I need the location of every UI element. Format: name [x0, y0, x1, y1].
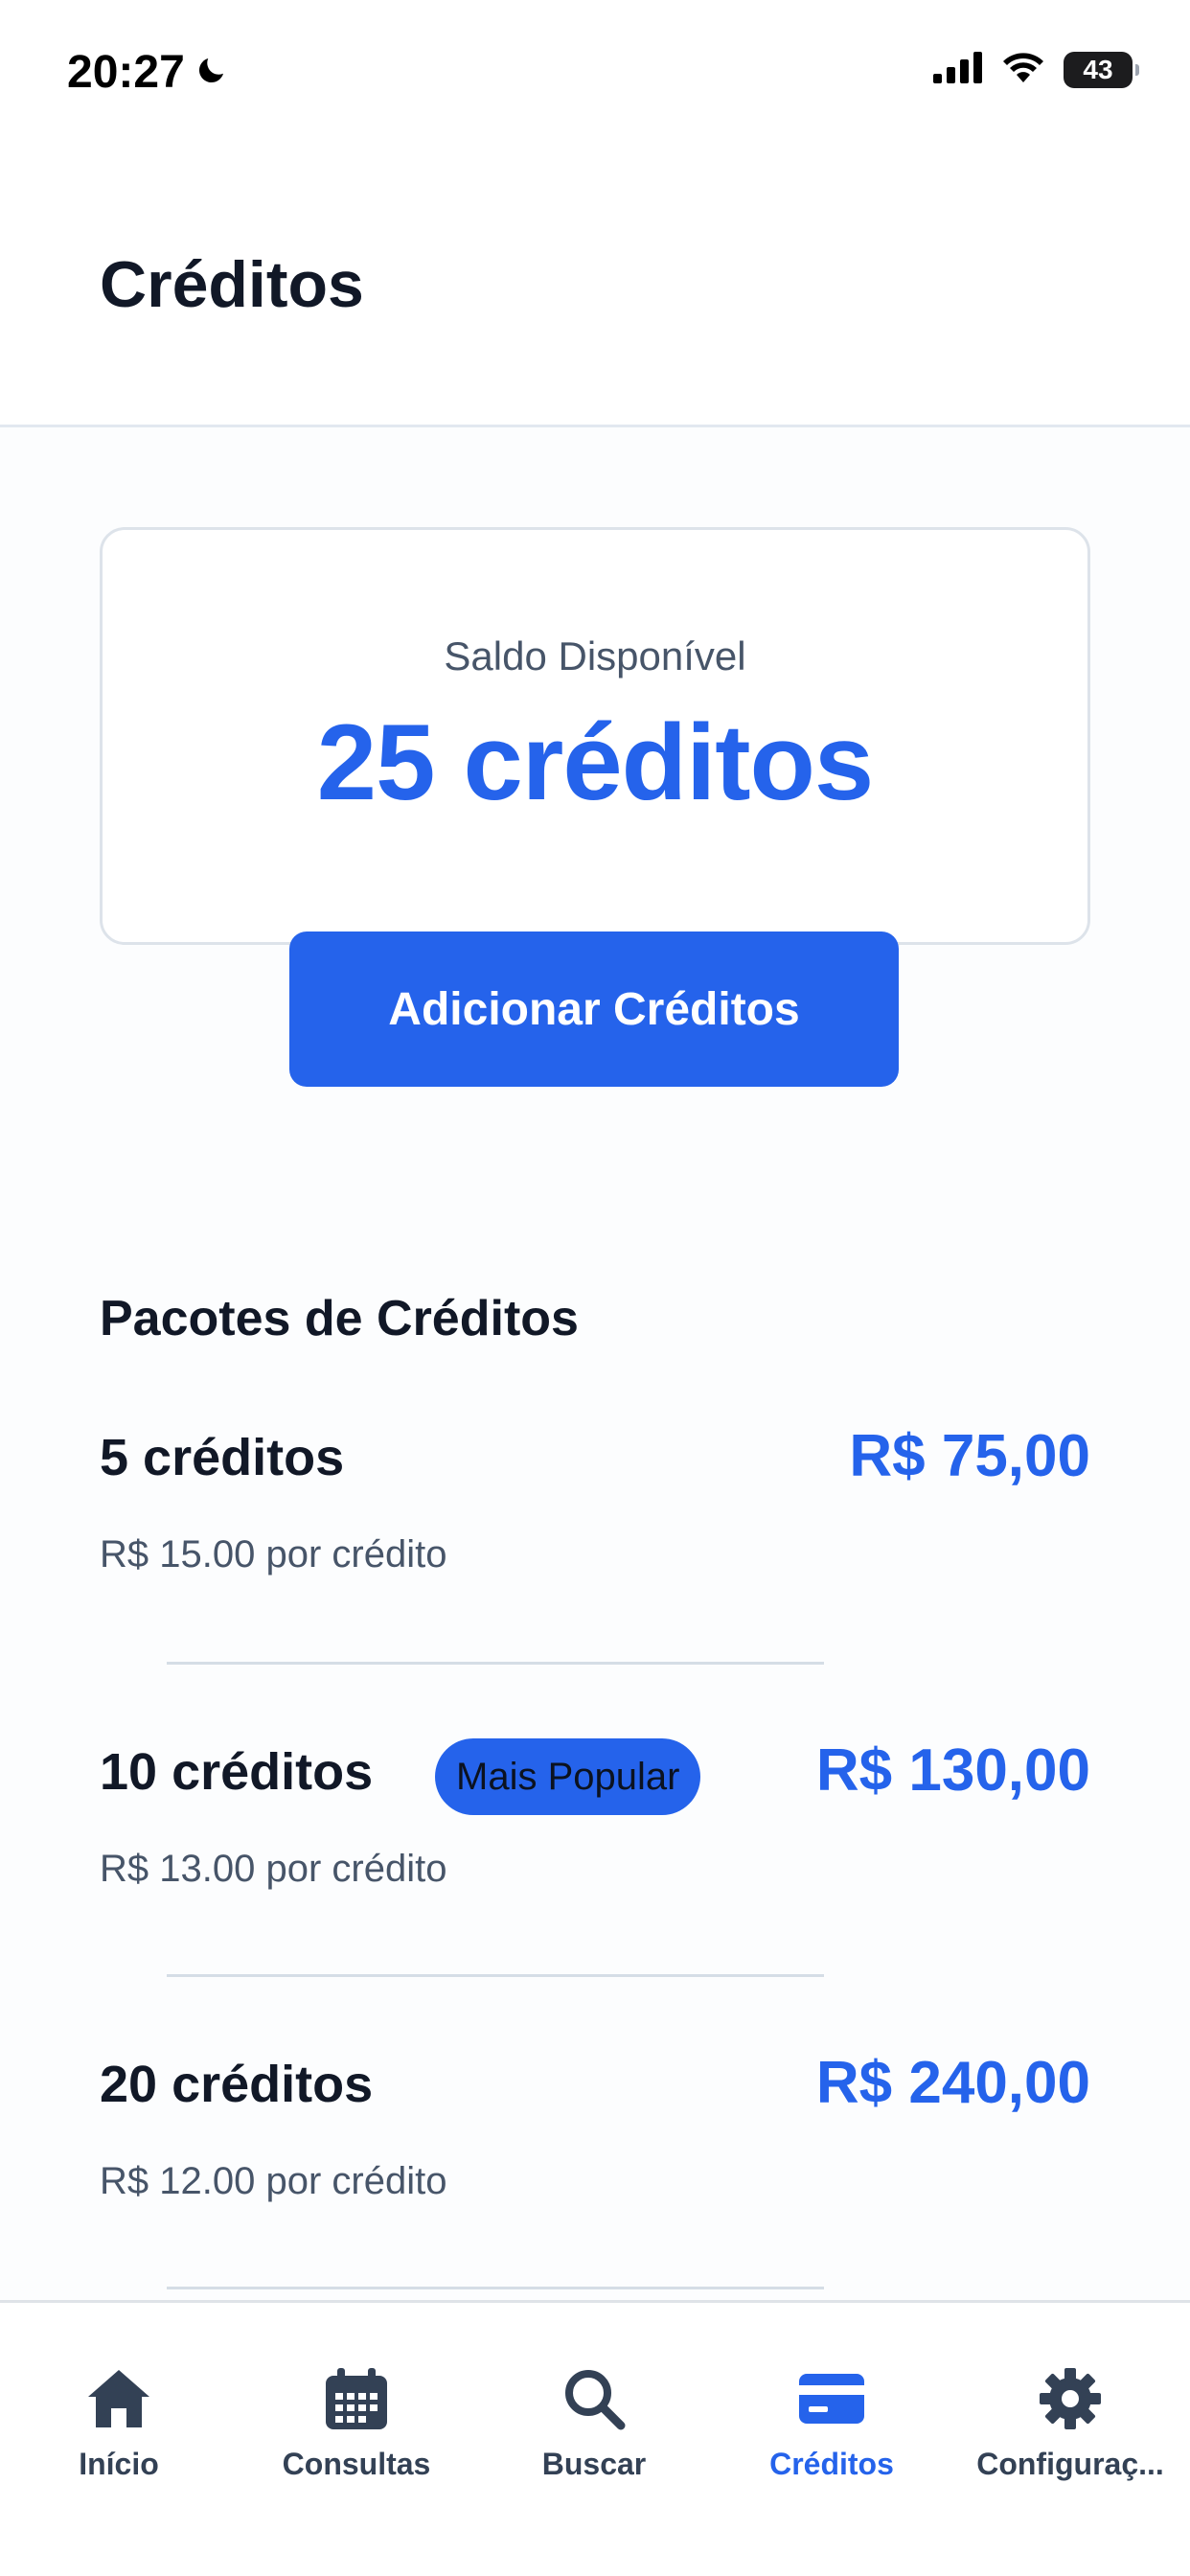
status-time-text: 20:27 [67, 47, 185, 98]
package-item[interactable]: 5 créditos R$ 75,00 R$ 15.00 por crédito [100, 1380, 1090, 1692]
package-price: R$ 240,00 [815, 2050, 1090, 2116]
package-unit-price: R$ 12.00 por crédito [100, 2160, 447, 2202]
tab-configuracoes[interactable]: Configuraç... [950, 2360, 1190, 2495]
divider [167, 1974, 824, 1977]
divider [167, 2287, 824, 2289]
add-credits-button[interactable]: Adicionar Créditos [289, 932, 899, 1087]
balance-card: Saldo Disponível 25 créditos [100, 527, 1090, 945]
page-header: Créditos [0, 144, 1190, 427]
status-time: 20:27 [67, 46, 229, 99]
main-content: Saldo Disponível 25 créditos Adicionar C… [0, 427, 1190, 2300]
credit-card-icon [793, 2360, 870, 2437]
package-name: 5 créditos [100, 1429, 345, 1486]
tab-label: Créditos [769, 2447, 894, 2481]
package-name: 20 créditos [100, 2056, 374, 2113]
battery-indicator: 43 [1064, 51, 1139, 88]
tab-buscar[interactable]: Buscar [475, 2360, 713, 2495]
moon-icon [195, 46, 229, 99]
divider [167, 1662, 824, 1665]
status-indicators: 43 [933, 50, 1139, 89]
tab-bar: Início Consultas Buscar Créditos Configu… [0, 2300, 1190, 2576]
signal-icon [933, 51, 983, 88]
search-icon [556, 2360, 632, 2437]
home-icon [80, 2360, 157, 2437]
balance-value: 25 créditos [316, 702, 874, 822]
tab-label: Consultas [282, 2447, 431, 2481]
package-item[interactable]: 10 créditos Mais Popular R$ 130,00 R$ 13… [100, 1694, 1090, 2007]
tab-creditos[interactable]: Créditos [713, 2360, 950, 2495]
balance-label: Saldo Disponível [444, 633, 746, 678]
calendar-icon [318, 2360, 395, 2437]
tab-label: Início [79, 2447, 159, 2481]
package-price: R$ 75,00 [849, 1423, 1090, 1489]
popular-badge: Mais Popular [435, 1738, 701, 1815]
page-title: Créditos [100, 248, 364, 321]
tab-label: Buscar [541, 2447, 647, 2481]
package-name: 10 créditos [100, 1743, 374, 1801]
wifi-icon [1000, 50, 1046, 89]
package-unit-price: R$ 13.00 por crédito [100, 1848, 447, 1890]
package-item[interactable]: 20 créditos R$ 240,00 R$ 12.00 por crédi… [100, 2007, 1090, 2319]
tab-label: Configuraç... [976, 2447, 1164, 2481]
packages-title: Pacotes de Créditos [100, 1291, 579, 1346]
package-unit-price: R$ 15.00 por crédito [100, 1533, 447, 1576]
tab-inicio[interactable]: Início [0, 2360, 238, 2495]
battery-level: 43 [1083, 54, 1113, 84]
status-bar: 20:27 43 [0, 0, 1190, 144]
gear-icon [1032, 2360, 1109, 2437]
tab-consultas[interactable]: Consultas [238, 2360, 475, 2495]
package-price: R$ 130,00 [815, 1737, 1090, 1804]
